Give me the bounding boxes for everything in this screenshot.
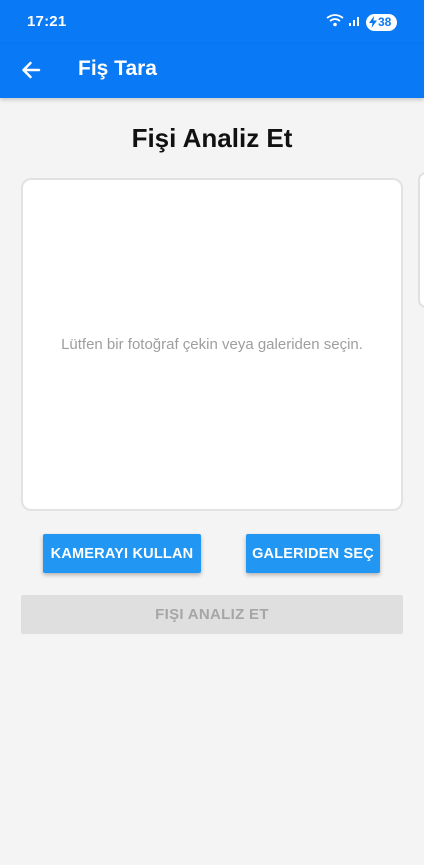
battery-icon: 38	[366, 13, 397, 31]
arrow-left-icon	[22, 61, 41, 79]
status-bar: 17:21 38	[0, 0, 424, 44]
analyze-receipt-button[interactable]: FIŞI ANALIZ ET	[21, 595, 403, 634]
charging-bolt-icon	[369, 16, 377, 28]
choose-from-gallery-button[interactable]: GALERIDEN SEÇ	[246, 534, 380, 573]
wifi-icon	[326, 13, 344, 32]
battery-level: 38	[378, 15, 392, 29]
back-button[interactable]	[14, 53, 48, 87]
signal-icon	[348, 13, 362, 32]
app-bar: Fiş Tara	[0, 44, 424, 98]
status-time: 17:21	[27, 13, 67, 30]
app-title: Fiş Tara	[78, 57, 157, 80]
image-preview-box: Lütfen bir fotoğraf çekin veya galeriden…	[21, 178, 403, 511]
status-icons: 38	[326, 12, 397, 32]
side-card-edge	[418, 172, 424, 308]
use-camera-button[interactable]: KAMERAYI KULLAN	[43, 534, 201, 573]
image-placeholder-text: Lütfen bir fotoğraf çekin veya galeriden…	[61, 336, 363, 353]
page-title: Fişi Analiz Et	[131, 123, 293, 153]
